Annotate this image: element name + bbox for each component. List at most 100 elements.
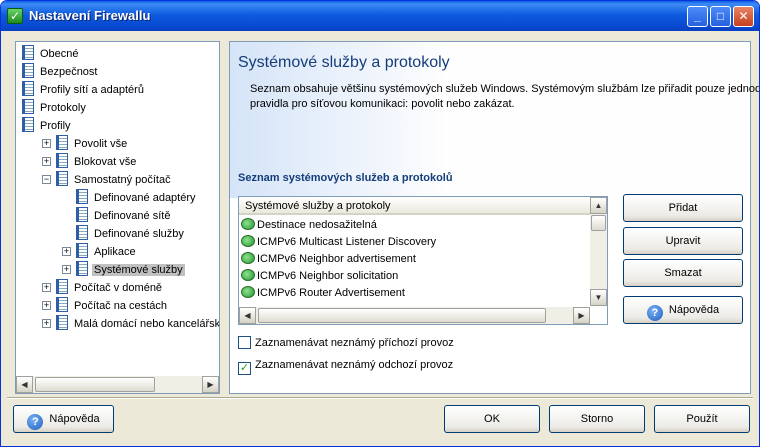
tree-item[interactable]: Definované služby: [76, 225, 186, 242]
tree-item[interactable]: Povolit vše: [56, 135, 129, 152]
settings-page-icon: [56, 171, 68, 186]
list-item[interactable]: ICMPv6 Neighbor solicitation: [241, 268, 398, 285]
tree-item[interactable]: Profily: [22, 117, 73, 134]
scroll-up-icon[interactable]: ▲: [590, 197, 607, 214]
tree-item[interactable]: Obecné: [22, 45, 81, 62]
edit-button[interactable]: Upravit: [623, 227, 743, 255]
tree-item[interactable]: Systémové služby: [76, 261, 185, 278]
scroll-thumb[interactable]: [35, 377, 155, 392]
scroll-thumb[interactable]: [258, 308, 546, 323]
list-item[interactable]: Destinace nedosažitelná: [241, 217, 377, 234]
tree-expander-icon[interactable]: +: [42, 319, 51, 328]
help-button-label: Nápověda: [668, 304, 720, 316]
tree-item-label: Samostatný počítač: [74, 174, 171, 186]
scroll-left-icon[interactable]: ◀: [239, 307, 256, 324]
footer-help-label: Nápověda: [49, 413, 100, 425]
settings-page-icon: [22, 63, 34, 78]
tree-item[interactable]: Profily sítí a adaptérů: [22, 81, 146, 98]
firewall-settings-window: ✓ Nastavení Firewallu _ □ ✕ Obecné Bezpeč…: [0, 0, 760, 447]
tree-horizontal-scrollbar[interactable]: ◀ ▶: [16, 376, 219, 393]
tree-expander-icon[interactable]: +: [42, 139, 51, 148]
settings-page-icon: [56, 315, 68, 330]
network-service-icon: [241, 252, 255, 264]
settings-page-icon: [56, 279, 68, 294]
list-item-label: ICMPv6 Neighbor solicitation: [257, 270, 399, 282]
list-column-header[interactable]: Systémové služby a protokoly: [239, 197, 591, 215]
cancel-button[interactable]: Storno: [549, 405, 645, 433]
scroll-down-icon[interactable]: ▼: [590, 289, 607, 306]
tree-expander-icon[interactable]: +: [62, 247, 71, 256]
tree-expander-icon[interactable]: +: [62, 265, 71, 274]
tree-expander-icon[interactable]: +: [42, 301, 51, 310]
scroll-right-icon[interactable]: ▶: [202, 376, 219, 393]
help-button[interactable]: ? Nápověda: [623, 296, 743, 324]
check-shield-icon: ✓: [7, 8, 23, 24]
scroll-left-icon[interactable]: ◀: [16, 376, 33, 393]
tree-item[interactable]: Samostatný počítač: [56, 171, 173, 188]
ok-button[interactable]: OK: [444, 405, 540, 433]
tree-item-label: Obecné: [40, 48, 79, 60]
log-incoming-checkbox[interactable]: Zaznamenávat neznámý příchozí provoz: [238, 336, 454, 350]
settings-page-icon: [76, 261, 88, 276]
page-title: Systémové služby a protokoly: [238, 54, 450, 71]
settings-page-icon: [76, 225, 88, 240]
tree-item[interactable]: Počítač na cestách: [56, 297, 169, 314]
tree-item[interactable]: Protokoly: [22, 99, 88, 116]
footer-divider: [7, 397, 753, 399]
content-panel: Systémové služby a protokoly Seznam obsa…: [229, 41, 759, 394]
checkbox-icon[interactable]: [238, 336, 251, 349]
tree-item[interactable]: Definované adaptéry: [76, 189, 198, 206]
checkbox-icon[interactable]: ✓: [238, 362, 251, 375]
tree-item-label: Definované sítě: [94, 210, 171, 222]
tree-item-label: Povolit vše: [74, 138, 128, 150]
list-item-label: ICMPv6 Multicast Listener Discovery: [257, 236, 437, 248]
tree-expander-icon[interactable]: −: [42, 175, 51, 184]
log-outgoing-checkbox[interactable]: ✓ Zaznamenávat neznámý odchozí provoz: [238, 358, 453, 375]
settings-page-icon: [76, 189, 88, 204]
window-title: Nastavení Firewallu: [29, 8, 151, 23]
close-icon[interactable]: ✕: [733, 6, 754, 27]
tree-expander-icon[interactable]: +: [42, 283, 51, 292]
list-horizontal-scrollbar[interactable]: ◀ ▶: [239, 307, 590, 324]
tree-item-label: Protokoly: [40, 102, 86, 114]
network-service-icon: [241, 218, 255, 230]
tree-item[interactable]: Bezpečnost: [22, 63, 99, 80]
network-service-icon: [241, 286, 255, 298]
tree-item[interactable]: Blokovat vše: [56, 153, 138, 170]
minimize-icon[interactable]: _: [687, 6, 708, 27]
tree-item-label: Profily sítí a adaptérů: [40, 84, 144, 96]
footer-help-button[interactable]: ? Nápověda: [13, 405, 114, 433]
tree-item[interactable]: Malá domácí nebo kancelářská síť: [56, 315, 219, 332]
title-bar[interactable]: ✓ Nastavení Firewallu _ □ ✕: [1, 1, 759, 31]
tree-item-label: Definované adaptéry: [94, 192, 196, 204]
tree-item[interactable]: Aplikace: [76, 243, 138, 260]
maximize-icon[interactable]: □: [710, 6, 731, 27]
network-service-icon: [241, 235, 255, 247]
list-item[interactable]: ICMPv6 Multicast Listener Discovery: [241, 234, 436, 251]
settings-page-icon: [22, 117, 34, 132]
tree-item-label: Definované služby: [94, 228, 184, 240]
list-item[interactable]: ICMPv6 Neighbor advertisement: [241, 251, 416, 268]
list-item-label: ICMPv6 Neighbor advertisement: [257, 253, 416, 265]
list-item-label: ICMPv6 Router Advertisement: [257, 287, 405, 299]
tree-item[interactable]: Definované sítě: [76, 207, 172, 224]
settings-tree-panel: Obecné Bezpečnost Profily sítí a adaptérů P…: [15, 41, 220, 394]
list-item[interactable]: ICMPv6 Router Advertisement: [241, 285, 405, 302]
settings-page-icon: [56, 297, 68, 312]
scroll-right-icon[interactable]: ▶: [573, 307, 590, 324]
settings-tree: Obecné Bezpečnost Profily sítí a adaptérů P…: [16, 42, 219, 375]
section-title: Seznam systémových služeb a protokolů: [238, 172, 453, 184]
apply-button[interactable]: Použít: [654, 405, 750, 433]
tree-item-label: Systémové služby: [92, 264, 185, 276]
list-item-label: Destinace nedosažitelná: [257, 219, 377, 231]
list-vertical-scrollbar[interactable]: ▲ ▼: [590, 197, 607, 306]
help-icon: ?: [646, 305, 663, 321]
delete-button[interactable]: Smazat: [623, 259, 743, 287]
tree-expander-icon[interactable]: +: [42, 157, 51, 166]
scroll-thumb[interactable]: [591, 215, 606, 231]
settings-page-icon: [56, 135, 68, 150]
tree-item-label: Počítač v doméně: [74, 282, 163, 294]
network-service-icon: [241, 269, 255, 281]
tree-item[interactable]: Počítač v doméně: [56, 279, 164, 296]
add-button[interactable]: Přidat: [623, 194, 743, 222]
